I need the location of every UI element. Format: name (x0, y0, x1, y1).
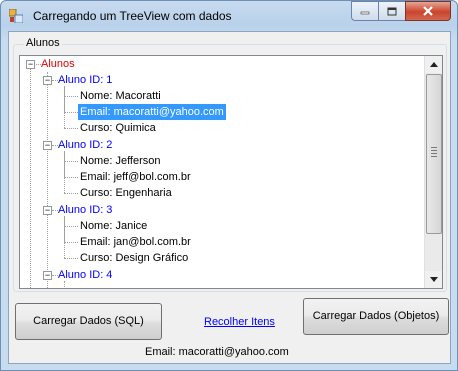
collapse-items-link[interactable]: Recolher Itens (204, 316, 275, 328)
tree-vertical-scrollbar[interactable] (424, 56, 442, 288)
load-objects-button[interactable]: Carregar Dados (Objetos) (303, 298, 449, 335)
tree-line (64, 151, 65, 193)
alunos-groupbox: Alunos − − − − − Alunos Aluno ID: 1 Nome… (13, 37, 447, 292)
collapse-student-2-icon[interactable]: − (43, 141, 52, 150)
maximize-button[interactable] (378, 1, 406, 21)
app-icon (9, 9, 23, 23)
tree-line (64, 193, 78, 194)
tree-line (30, 64, 31, 288)
tree-node-field[interactable]: Email: jan@bol.com.br (80, 234, 191, 250)
tree-line (64, 177, 78, 178)
scroll-up-button[interactable] (425, 56, 442, 73)
tree-node-student[interactable]: Aluno ID: 4 (58, 267, 112, 283)
arrow-up-icon (429, 62, 438, 67)
tree-line (64, 128, 78, 129)
tree-line (64, 258, 78, 259)
tree-line (47, 72, 48, 288)
students-treeview[interactable]: − − − − − Alunos Aluno ID: 1 Nome: Macor… (19, 55, 443, 289)
tree-node-field-selected[interactable]: Email: macoratti@yahoo.com (78, 104, 226, 120)
tree-line (64, 242, 78, 243)
minimize-icon (360, 11, 370, 15)
tree-node-student[interactable]: Aluno ID: 2 (58, 137, 112, 153)
tree-line (64, 96, 78, 97)
collapse-student-3-icon[interactable]: − (43, 206, 52, 215)
collapse-root-icon[interactable]: − (26, 60, 35, 69)
tree-node-field[interactable]: Email: jeff@bol.com.br (80, 169, 191, 185)
grip-icon (431, 147, 437, 159)
scroll-down-button[interactable] (425, 271, 442, 288)
tree-node-field[interactable]: Curso: Quimica (80, 120, 156, 136)
window-title: Carregando um TreeView com dados (33, 9, 232, 23)
load-sql-button[interactable]: Carregar Dados (SQL) (15, 303, 162, 340)
tree-node-field[interactable]: Curso: Design Gráfico (80, 250, 188, 266)
collapse-student-1-icon[interactable]: − (43, 76, 52, 85)
title-bar[interactable]: Carregando um TreeView com dados (1, 1, 457, 31)
close-button[interactable] (405, 1, 451, 21)
caption-buttons (351, 1, 451, 21)
tree-line (64, 112, 78, 113)
maximize-icon (387, 7, 397, 15)
scroll-thumb[interactable] (426, 74, 442, 234)
tree-line (64, 226, 78, 227)
tree-line (64, 216, 65, 258)
arrow-down-icon (429, 277, 438, 282)
tree-node-field[interactable]: Nome: Macoratti (80, 88, 161, 104)
tree-node-root[interactable]: Alunos (41, 56, 75, 72)
tree-node-student[interactable]: Aluno ID: 1 (58, 72, 112, 88)
minimize-button[interactable] (351, 1, 379, 21)
tree-line (64, 86, 65, 128)
tree-node-field[interactable]: Curso: Engenharia (80, 185, 172, 201)
tree-node-field[interactable]: Nome: Janice (80, 218, 147, 234)
collapse-student-4-icon[interactable]: − (43, 271, 52, 280)
main-window: Carregando um TreeView com dados Alunos (0, 0, 458, 371)
close-icon (423, 6, 433, 16)
tree-node-student[interactable]: Aluno ID: 3 (58, 202, 112, 218)
tree-node-field[interactable]: Nome: Jefferson (80, 153, 161, 169)
groupbox-label: Alunos (24, 37, 62, 49)
tree-line (64, 161, 78, 162)
selected-email-label: Email: macoratti@yahoo.com (145, 346, 289, 358)
client-area: Alunos − − − − − Alunos Aluno ID: 1 Nome… (8, 31, 451, 364)
